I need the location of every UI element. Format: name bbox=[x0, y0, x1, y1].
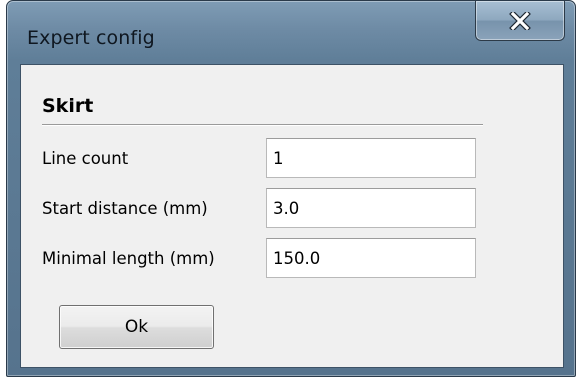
window-title: Expert config bbox=[27, 27, 155, 49]
line-count-label: Line count bbox=[42, 149, 129, 168]
minimal-length-input[interactable] bbox=[266, 238, 476, 278]
close-x-icon bbox=[509, 11, 531, 30]
start-distance-label: Start distance (mm) bbox=[42, 199, 208, 218]
line-count-input[interactable] bbox=[266, 138, 476, 178]
title-bar[interactable]: Expert config bbox=[7, 1, 575, 63]
start-distance-input[interactable] bbox=[266, 188, 476, 228]
close-button[interactable] bbox=[475, 1, 565, 41]
expert-config-window: Expert config Skirt Line count Start dis… bbox=[6, 0, 576, 377]
section-title-skirt: Skirt bbox=[42, 95, 94, 117]
dialog-client-area: Skirt Line count Start distance (mm) Min… bbox=[20, 64, 564, 368]
minimal-length-label: Minimal length (mm) bbox=[42, 249, 215, 268]
ok-button[interactable]: Ok bbox=[59, 305, 214, 349]
section-divider bbox=[42, 124, 483, 126]
